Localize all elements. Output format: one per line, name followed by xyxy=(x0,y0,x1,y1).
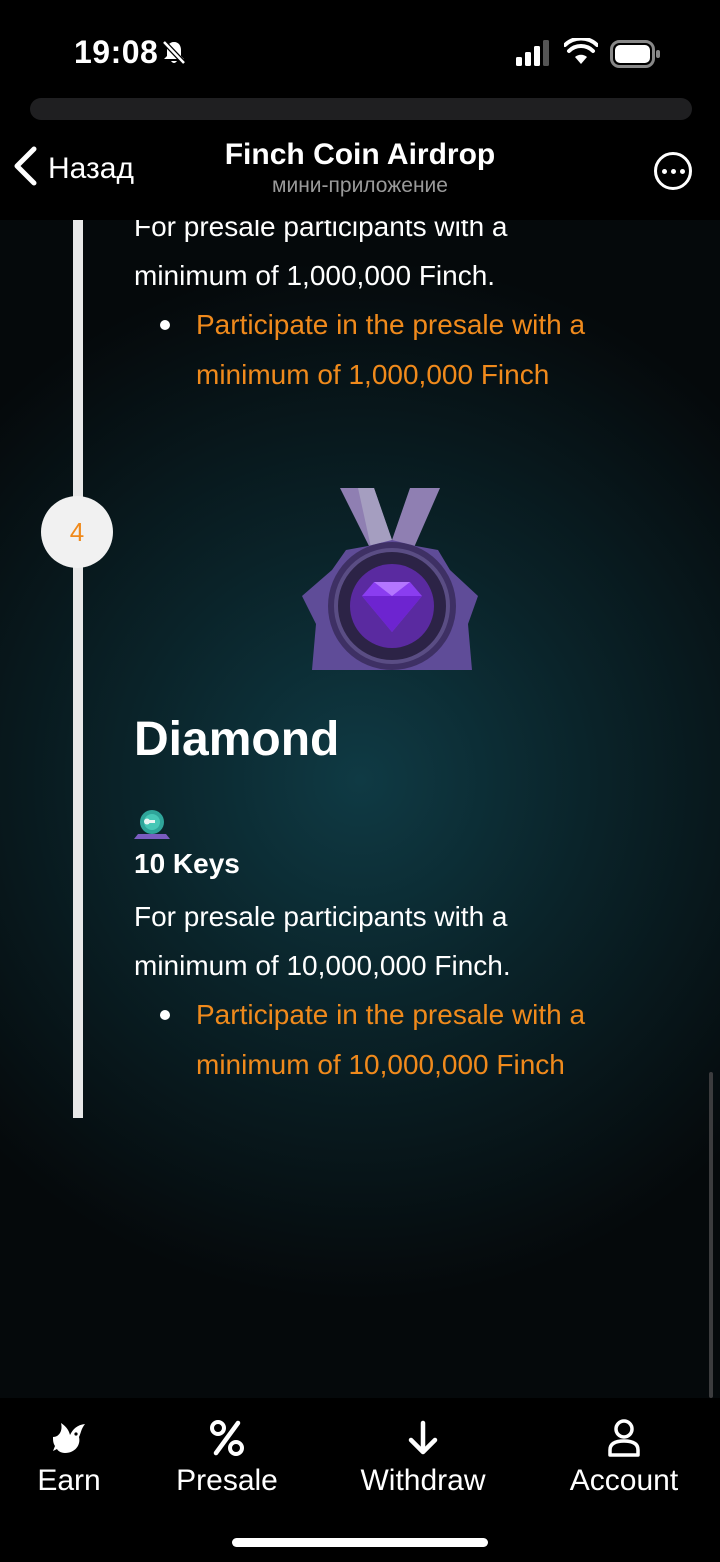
more-dots-icon xyxy=(661,168,667,174)
prev-tier-description-line1: For presale participants with a xyxy=(134,220,508,242)
mini-app-header: Назад Finch Coin Airdrop мини-приложение xyxy=(0,120,720,220)
prev-tier-description-line2: minimum of 1,000,000 Finch. xyxy=(134,260,496,291)
tiers-content[interactable]: For presale participants with a minimum … xyxy=(0,220,720,1398)
tier-requirement-line1: Participate in the presale with a xyxy=(196,999,586,1030)
user-icon xyxy=(563,1416,685,1460)
tier-description-line1: For presale participants with a xyxy=(134,901,508,932)
tab-withdraw[interactable]: Withdraw xyxy=(352,1416,494,1498)
arrow-down-icon xyxy=(352,1416,494,1460)
home-indicator[interactable] xyxy=(232,1538,488,1547)
tier-requirement: Participate in the presale with a minimu… xyxy=(160,990,585,1090)
tier-requirement-line2: minimum of 10,000,000 Finch xyxy=(196,1049,565,1080)
app-title: Finch Coin Airdrop xyxy=(224,138,496,171)
sheet-drag-handle[interactable] xyxy=(30,98,692,120)
header-title-group: Finch Coin Airdrop мини-приложение xyxy=(0,138,720,198)
tab-earn[interactable]: Earn xyxy=(36,1416,102,1498)
battery-icon xyxy=(610,40,662,73)
tab-presale-label: Presale xyxy=(176,1464,278,1497)
cellular-signal-icon xyxy=(516,40,552,71)
diamond-medal-icon xyxy=(298,488,486,677)
tab-withdraw-label: Withdraw xyxy=(360,1464,486,1497)
key-badge-icon xyxy=(134,808,170,845)
prev-tier-requirement: Participate in the presale with a minimu… xyxy=(160,300,585,400)
more-options-button[interactable] xyxy=(654,152,692,190)
app-subtitle: мини-приложение xyxy=(272,174,448,197)
tab-account-label: Account xyxy=(569,1464,679,1497)
bell-off-icon xyxy=(160,38,188,71)
tier-keys-count: 10 Keys xyxy=(134,848,240,879)
tab-earn-label: Earn xyxy=(37,1464,101,1497)
tab-presale[interactable]: Presale xyxy=(172,1416,282,1498)
scrollbar[interactable] xyxy=(709,1072,713,1398)
bird-icon xyxy=(36,1416,102,1460)
prev-tier-requirement-line1: Participate in the presale with a xyxy=(196,309,586,340)
bottom-tab-bar: Earn Presale Withdraw Account xyxy=(0,1398,720,1562)
step-number-badge: 4 xyxy=(41,496,113,568)
percent-icon xyxy=(172,1416,282,1460)
prev-tier-requirement-line2: minimum of 1,000,000 Finch xyxy=(196,359,550,390)
status-bar: 19:08 xyxy=(0,0,720,100)
tab-account[interactable]: Account xyxy=(563,1416,685,1498)
tier-description-line2: minimum of 10,000,000 Finch. xyxy=(134,950,511,981)
wifi-icon xyxy=(563,36,599,71)
tier-name: Diamond xyxy=(134,713,340,766)
timeline-line xyxy=(73,220,83,1118)
status-time: 19:08 xyxy=(74,34,159,70)
